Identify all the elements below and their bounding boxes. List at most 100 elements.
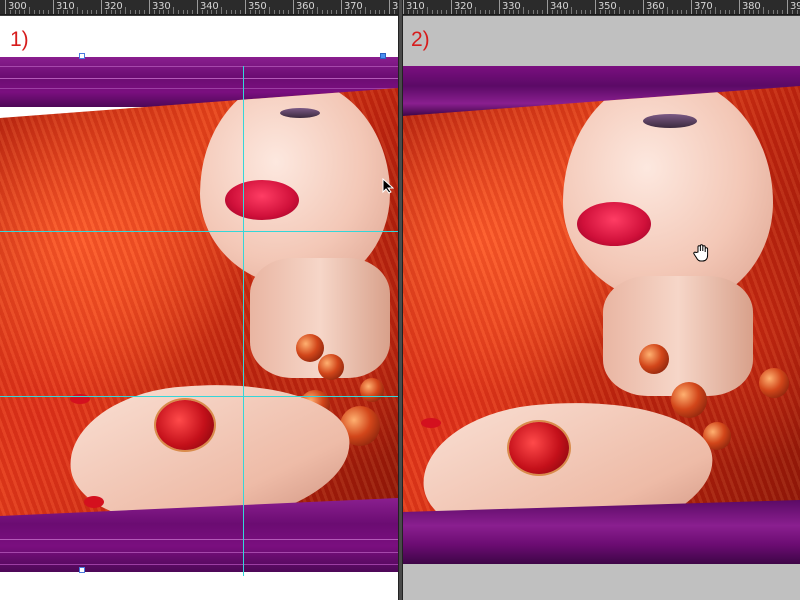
ruler-minor-tick bbox=[734, 10, 736, 14]
ruler-minor-tick bbox=[441, 10, 443, 14]
ruler-minor-tick bbox=[412, 10, 414, 14]
step-label-1: 1) bbox=[10, 28, 29, 51]
ruler-minor-tick bbox=[436, 10, 438, 14]
ruler-minor-tick bbox=[269, 7, 270, 14]
ruler-minor-tick bbox=[494, 10, 496, 14]
ruler-minor-tick bbox=[192, 10, 194, 14]
ruler-major-tick bbox=[101, 0, 102, 14]
ruler-major-tick bbox=[293, 0, 294, 14]
ruler-minor-tick bbox=[623, 10, 625, 14]
ruler-minor-tick bbox=[551, 10, 553, 14]
ruler-minor-tick bbox=[360, 10, 362, 14]
ruler-minor-tick bbox=[796, 10, 798, 14]
ruler-minor-tick bbox=[671, 10, 673, 14]
ruler-minor-tick bbox=[249, 10, 251, 14]
ruler-minor-tick bbox=[652, 10, 654, 14]
ruler-minor-tick bbox=[561, 10, 563, 14]
ruler-minor-tick bbox=[772, 10, 774, 14]
ruler-minor-tick bbox=[43, 10, 45, 14]
ruler-major-tick bbox=[149, 0, 150, 14]
ruler-major-tick bbox=[547, 0, 548, 14]
guide-horizontal[interactable] bbox=[0, 396, 398, 397]
ruler-minor-tick bbox=[489, 10, 491, 14]
ruler-minor-tick bbox=[518, 10, 520, 14]
ruler-minor-tick bbox=[115, 10, 117, 14]
ruler-minor-tick bbox=[105, 10, 107, 14]
selection-handle[interactable] bbox=[79, 567, 85, 573]
ruler-minor-tick bbox=[326, 10, 328, 14]
ruler-minor-tick bbox=[350, 10, 352, 14]
ruler-minor-tick bbox=[379, 10, 381, 14]
ruler-minor-tick bbox=[503, 10, 505, 14]
ruler-minor-tick bbox=[566, 10, 568, 14]
banner-line bbox=[0, 66, 398, 67]
ruler-minor-tick bbox=[599, 10, 601, 14]
ruler-major-tick bbox=[389, 0, 390, 14]
ruler-minor-tick bbox=[307, 10, 309, 14]
step-label-2: 2) bbox=[411, 28, 430, 51]
ruler-minor-tick bbox=[422, 10, 424, 14]
ruler-minor-tick bbox=[633, 10, 635, 14]
ruler-minor-tick bbox=[158, 10, 160, 14]
ruler-minor-tick bbox=[125, 7, 126, 14]
banner-line bbox=[0, 552, 398, 553]
ruler-minor-tick bbox=[527, 10, 529, 14]
ruler-minor-tick bbox=[81, 10, 83, 14]
ruler-minor-tick bbox=[580, 10, 582, 14]
ruler-minor-tick bbox=[355, 10, 357, 14]
ruler-minor-tick bbox=[662, 10, 664, 14]
ruler-minor-tick bbox=[120, 10, 122, 14]
ruler-minor-tick bbox=[638, 10, 640, 14]
ruler-minor-tick bbox=[407, 10, 409, 14]
ruler-minor-tick bbox=[182, 10, 184, 14]
ruler-minor-tick bbox=[254, 10, 256, 14]
ruler-minor-tick bbox=[513, 10, 515, 14]
ruler-minor-tick bbox=[225, 10, 227, 14]
ruler-left[interactable]: 30031032033034035036037038 bbox=[0, 0, 398, 15]
ruler-minor-tick bbox=[575, 10, 577, 14]
ruler-minor-tick bbox=[336, 10, 338, 14]
ruler-minor-tick bbox=[240, 10, 242, 14]
ruler-minor-tick bbox=[667, 7, 668, 14]
ruler-minor-tick bbox=[235, 10, 237, 14]
ruler-minor-tick bbox=[484, 10, 486, 14]
ruler-minor-tick bbox=[331, 10, 333, 14]
ruler-major-tick bbox=[53, 0, 54, 14]
ruler-minor-tick bbox=[33, 10, 35, 14]
ruler-minor-tick bbox=[537, 10, 539, 14]
ruler-minor-tick bbox=[604, 10, 606, 14]
ruler-major-tick bbox=[739, 0, 740, 14]
model-photo[interactable] bbox=[0, 88, 398, 528]
ruler-minor-tick bbox=[753, 10, 755, 14]
ruler-major-tick bbox=[197, 0, 198, 14]
ruler-minor-tick bbox=[465, 10, 467, 14]
ruler-major-tick bbox=[691, 0, 692, 14]
ruler-minor-tick bbox=[705, 10, 707, 14]
ruler-minor-tick bbox=[767, 10, 769, 14]
guide-horizontal[interactable] bbox=[0, 231, 398, 232]
ruler-major-tick bbox=[451, 0, 452, 14]
banner-line bbox=[0, 78, 398, 79]
ruler-minor-tick bbox=[571, 7, 572, 14]
ruler-minor-tick bbox=[695, 10, 697, 14]
ruler-minor-tick bbox=[153, 10, 155, 14]
selection-handle[interactable] bbox=[380, 53, 386, 59]
ruler-right[interactable]: 310320330340350360370380390 bbox=[403, 0, 800, 15]
ruler-minor-tick bbox=[628, 10, 630, 14]
canvas-panel-left[interactable]: 1) bbox=[0, 16, 398, 600]
guide-vertical[interactable] bbox=[243, 66, 244, 576]
model-photo[interactable] bbox=[403, 86, 800, 526]
canvas-panel-right[interactable]: 2) bbox=[403, 16, 800, 600]
ruler-minor-tick bbox=[590, 10, 592, 14]
ruler-minor-tick bbox=[647, 10, 649, 14]
ruler-minor-tick bbox=[14, 10, 16, 14]
ruler-major-tick bbox=[245, 0, 246, 14]
ruler-minor-tick bbox=[715, 7, 716, 14]
selection-handle[interactable] bbox=[79, 53, 85, 59]
ruler-minor-tick bbox=[86, 10, 88, 14]
ruler-minor-tick bbox=[619, 7, 620, 14]
ruler-major-tick bbox=[499, 0, 500, 14]
ruler-minor-tick bbox=[523, 7, 524, 14]
ruler-minor-tick bbox=[393, 10, 395, 14]
ruler-minor-tick bbox=[345, 10, 347, 14]
